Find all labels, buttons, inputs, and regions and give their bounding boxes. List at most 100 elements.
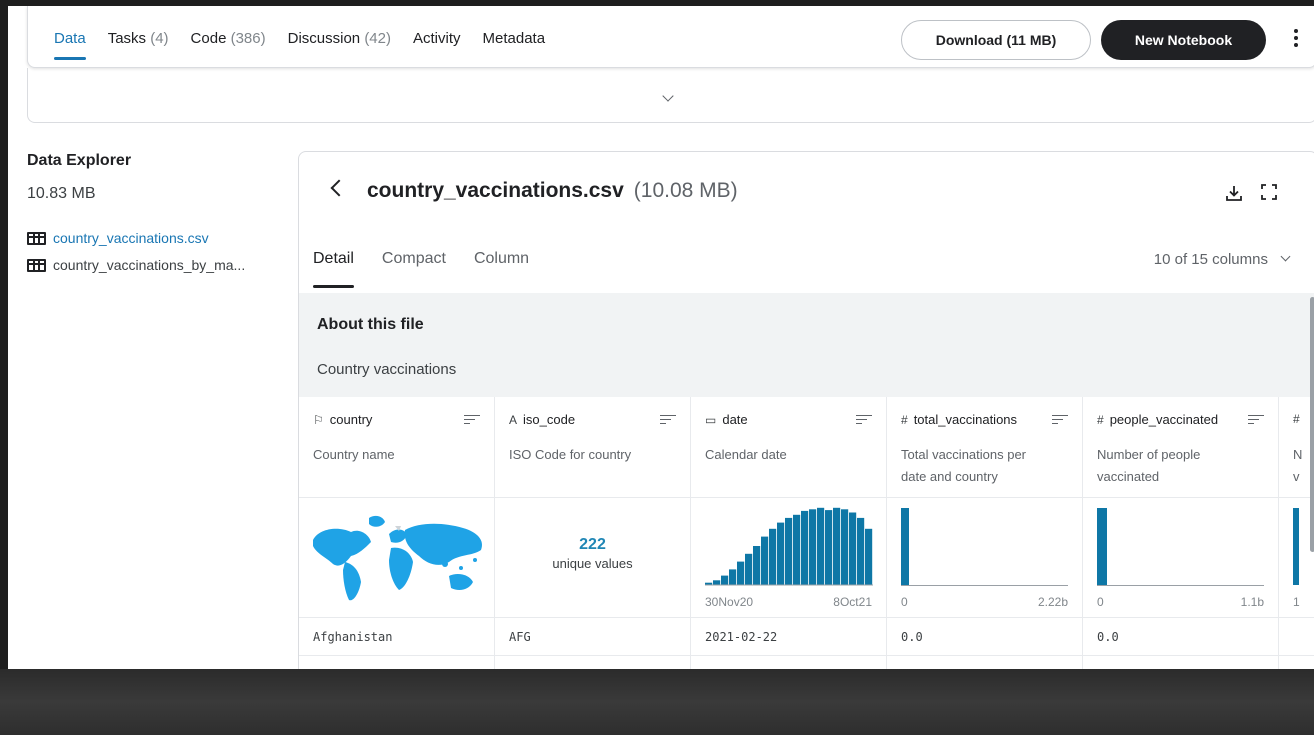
column-count-dropdown[interactable]: 10 of 15 columns — [1154, 251, 1291, 268]
cell-date: 2021-02-23 — [691, 656, 887, 669]
date-max-label: 8Oct21 — [833, 595, 872, 609]
sort-icon[interactable] — [1248, 414, 1264, 425]
sidebar-file-label: country_vaccinations_by_ma... — [53, 257, 246, 273]
back-chevron-icon[interactable] — [330, 179, 348, 197]
total-vaccinations-histogram: 0 2.22b — [887, 497, 1082, 617]
histogram-bar — [761, 536, 769, 585]
table-row[interactable]: Afghanistan AFG 2021-02-23 — [299, 655, 1314, 669]
sidebar-file-country-vaccinations[interactable]: country_vaccinations.csv — [27, 230, 209, 246]
tab-compact[interactable]: Compact — [382, 250, 446, 288]
about-file-section: About this file Country vaccinations — [299, 293, 1314, 397]
histogram-bar — [769, 528, 777, 585]
histogram-bar — [809, 509, 817, 585]
tab-activity[interactable]: Activity — [413, 30, 461, 59]
app-frame: Data Tasks (4) Code (386) Discussion (42… — [8, 6, 1314, 669]
table-icon — [27, 258, 46, 272]
file-header: country_vaccinations.csv (10.08 MB) — [330, 179, 738, 203]
data-rows: Afghanistan AFG 2021-02-22 0.0 0.0 Afgha… — [299, 617, 1314, 669]
expand-panel[interactable] — [27, 68, 1314, 123]
tab-tasks[interactable]: Tasks (4) — [108, 30, 169, 59]
file-name: country_vaccinations.csv — [367, 179, 624, 202]
column-total-vaccinations: # total_vaccinations Total vaccinations p… — [887, 397, 1083, 617]
column-name: date — [722, 412, 748, 427]
cell-people-vaccinated: 0.0 — [1083, 618, 1279, 655]
column-description: Total vaccinations per date and country — [901, 447, 1027, 484]
tab-column[interactable]: Column — [474, 250, 529, 288]
sort-icon[interactable] — [856, 414, 872, 425]
column-description: Number of people vaccinated — [1097, 447, 1201, 484]
tab-code[interactable]: Code (386) — [191, 30, 266, 59]
column-date: ▭ date Calendar date 30Nov20 8Oct21 — [691, 397, 887, 617]
download-button[interactable]: Download (11 MB) — [901, 20, 1091, 60]
cell-total-vaccinations: 0.0 — [887, 618, 1083, 655]
histogram-bar — [801, 510, 809, 585]
more-options-icon[interactable] — [1290, 26, 1302, 50]
sort-icon[interactable] — [1052, 414, 1068, 425]
file-size: (10.08 MB) — [633, 179, 738, 202]
left-edge — [0, 0, 8, 669]
histogram-bar — [865, 528, 873, 585]
nav-tabs: Data Tasks (4) Code (386) Discussion (42… — [54, 30, 546, 60]
file-preview-card: country_vaccinations.csv (10.08 MB) Deta… — [298, 151, 1314, 669]
column-description: Country name — [313, 447, 395, 462]
new-notebook-button[interactable]: New Notebook — [1101, 20, 1266, 60]
scrollbar[interactable] — [1310, 297, 1314, 552]
string-type-icon: A — [509, 412, 518, 427]
world-map-icon — [313, 515, 483, 601]
histogram-bar — [729, 569, 737, 585]
tab-detail[interactable]: Detail — [313, 250, 354, 288]
column-partial: # N v 1 — [1279, 397, 1314, 617]
histogram-bar — [817, 507, 825, 585]
partial-histogram: 1 — [1279, 497, 1314, 617]
data-explorer-title: Data Explorer — [27, 152, 132, 169]
histogram-bar — [753, 546, 761, 585]
histogram-bar — [793, 514, 801, 585]
tab-metadata[interactable]: Metadata — [483, 30, 546, 59]
column-summaries: ⚐ country Country name A iso_code ISO Co… — [299, 397, 1314, 617]
people-min-label: 0 — [1097, 595, 1104, 609]
fullscreen-icon[interactable] — [1261, 184, 1277, 200]
unique-label: unique values — [552, 556, 633, 571]
column-country: ⚐ country Country name — [299, 397, 495, 617]
sidebar-file-by-manufacturer[interactable]: country_vaccinations_by_ma... — [27, 257, 245, 273]
histogram-bar — [901, 508, 909, 585]
world-map-viz — [299, 497, 494, 617]
histogram-bar — [833, 507, 841, 585]
column-name: total_vaccinations — [913, 412, 1018, 427]
histogram-bar — [849, 512, 857, 585]
cell-people-vaccinated — [1083, 656, 1279, 669]
cell-country: Afghanistan — [299, 656, 495, 669]
column-people-vaccinated: # people_vaccinated Number of people vacc… — [1083, 397, 1279, 617]
histogram-bar — [721, 575, 729, 585]
histogram-bar — [1097, 508, 1107, 585]
histogram-bar — [713, 580, 721, 585]
sidebar-file-label: country_vaccinations.csv — [53, 230, 209, 246]
download-icon[interactable] — [1225, 184, 1243, 202]
histogram-bar — [785, 517, 793, 585]
cell-total-vaccinations — [887, 656, 1083, 669]
about-text: Country vaccinations — [317, 361, 457, 378]
column-description: N v — [1293, 447, 1303, 484]
table-row[interactable]: Afghanistan AFG 2021-02-22 0.0 0.0 — [299, 617, 1314, 655]
sort-icon[interactable] — [464, 414, 480, 425]
column-description: ISO Code for country — [509, 447, 632, 462]
total-min-label: 0 — [901, 595, 908, 609]
sort-icon[interactable] — [660, 414, 676, 425]
numeric-type-icon: # — [901, 412, 908, 427]
column-name: people_vaccinated — [1109, 412, 1219, 427]
histogram-axis — [901, 585, 1068, 586]
histogram-axis — [1097, 585, 1264, 586]
cell-date: 2021-02-22 — [691, 618, 887, 655]
calendar-type-icon: ▭ — [705, 412, 717, 427]
column-name: iso_code — [523, 412, 576, 427]
cell-iso-code: AFG — [495, 656, 691, 669]
chevron-down-icon[interactable] — [662, 90, 674, 102]
total-max-label: 2.22b — [1037, 595, 1068, 609]
tab-discussion[interactable]: Discussion (42) — [288, 30, 391, 59]
tab-data[interactable]: Data — [54, 30, 86, 60]
unique-count: 222 — [579, 536, 606, 553]
numeric-type-icon: # — [1097, 412, 1104, 427]
cell-iso-code: AFG — [495, 618, 691, 655]
date-histogram-chart — [705, 507, 873, 586]
column-name: country — [329, 412, 373, 427]
